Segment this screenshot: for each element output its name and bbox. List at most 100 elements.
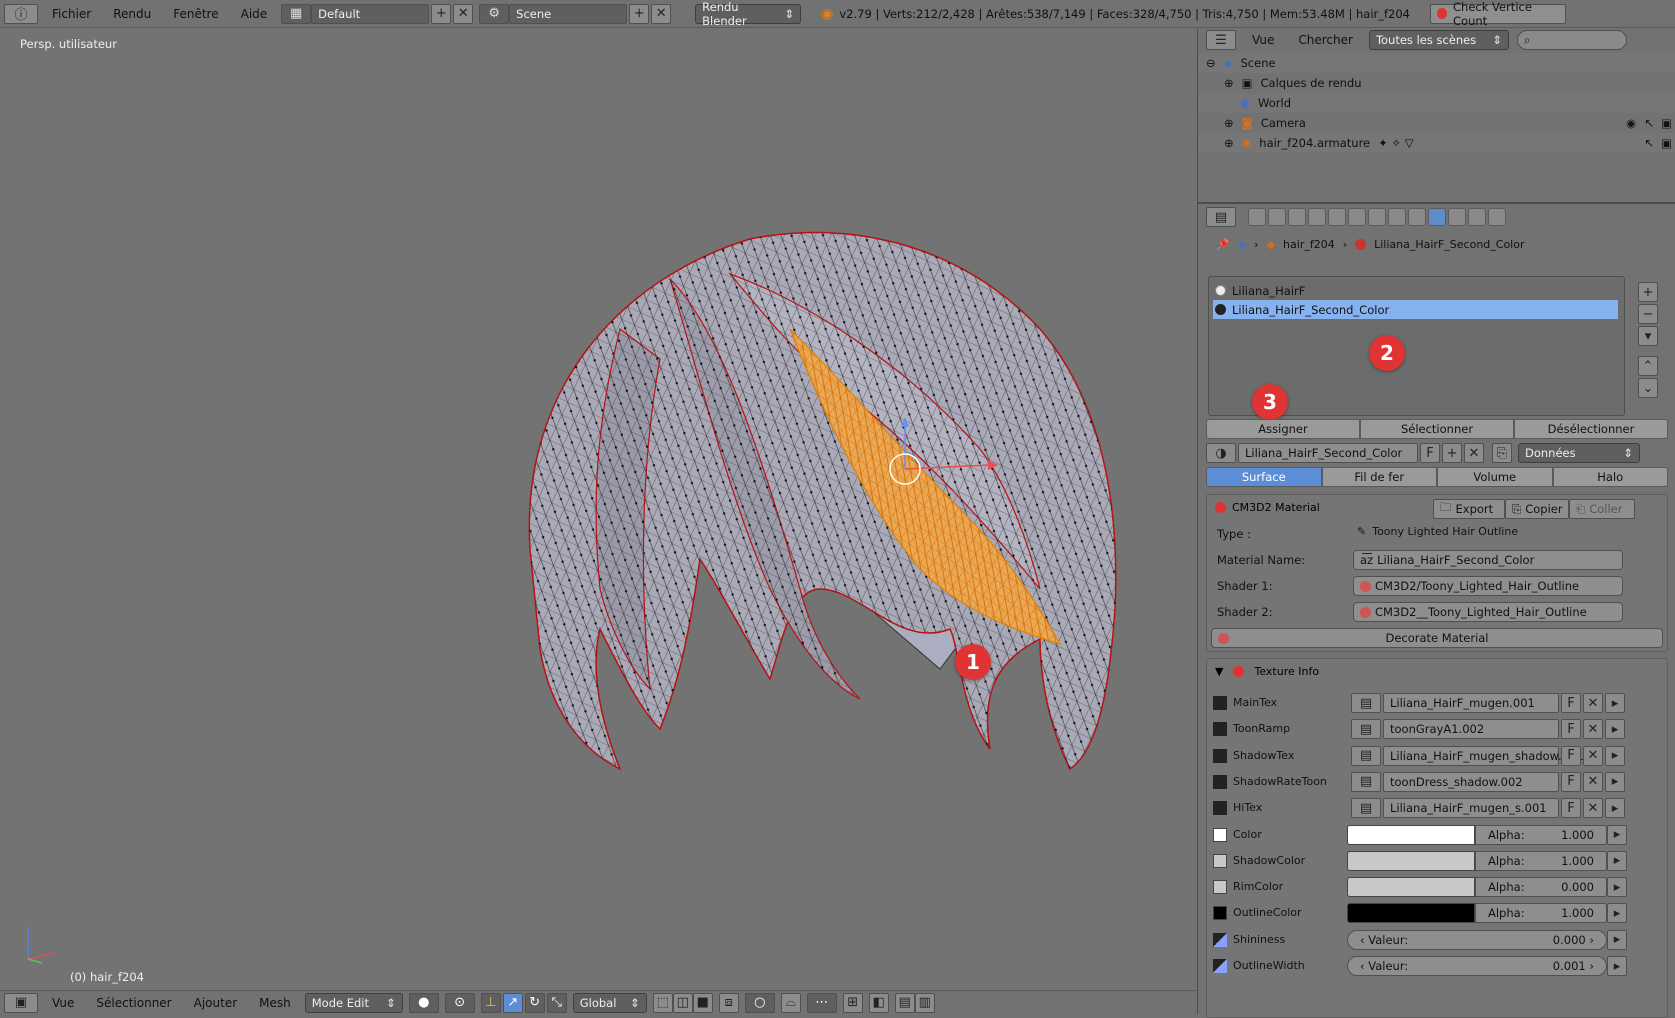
editor-type-info-icon[interactable]: ⓘ [4, 3, 38, 24]
color-expand-icon[interactable]: ▸ [1607, 824, 1627, 845]
assign-button[interactable]: Assigner [1206, 419, 1360, 439]
color-expand-icon[interactable]: ▸ [1607, 877, 1627, 898]
physics-tab-icon[interactable] [1488, 208, 1506, 226]
scale-icon[interactable]: ⤡ [546, 992, 567, 1013]
world-tab-icon[interactable] [1308, 208, 1326, 226]
texture-browse-icon[interactable]: ▤ [1351, 719, 1381, 740]
move-slot-down-icon[interactable]: ⌄ [1638, 378, 1658, 398]
alpha-field[interactable]: Alpha: 1.000 [1475, 850, 1607, 871]
texture-browse-icon[interactable]: ▤ [1351, 745, 1381, 766]
menu-fichier[interactable]: Fichier [44, 7, 99, 21]
tab-halo[interactable]: Halo [1552, 467, 1668, 487]
outliner-display-dropdown[interactable]: Toutes les scènes ⇕ [1368, 30, 1509, 50]
menu-ajouter[interactable]: Ajouter [186, 996, 246, 1010]
render-layers-tab-icon[interactable] [1268, 208, 1286, 226]
expand-icon[interactable]: ⊕ [1224, 76, 1234, 90]
scene-name-field[interactable]: Scene [509, 3, 628, 24]
texture-expand-icon[interactable]: ▸ [1605, 798, 1625, 819]
selectability-cursor-icon[interactable]: ↖ [1644, 136, 1654, 150]
color-swatch[interactable] [1347, 903, 1475, 924]
texture-name-field[interactable]: Liliana_HairF_mugen.001 [1383, 693, 1559, 713]
object-tab-icon[interactable] [1328, 208, 1346, 226]
export-mate-button[interactable]: 🗀Export .Ma [1433, 499, 1505, 519]
texture-browse-icon[interactable]: ▤ [1351, 798, 1381, 819]
expand-icon[interactable]: ⊕ [1224, 116, 1234, 130]
render-image-icon[interactable]: ▤ [894, 992, 915, 1013]
link-dropdown[interactable]: Données ⇕ [1518, 443, 1640, 463]
copy-button[interactable]: ⎘ Copier [1505, 499, 1569, 519]
deselect-button[interactable]: Désélectionner [1514, 419, 1668, 439]
layout-icon[interactable]: ▦ [281, 3, 312, 24]
proportional-edit-icon[interactable]: ○ [744, 992, 775, 1013]
remove-scene-icon[interactable]: ✕ [651, 3, 672, 24]
color-swatch[interactable] [1347, 850, 1475, 871]
pivot-point-icon[interactable]: ⊙ [444, 992, 475, 1013]
alpha-field[interactable]: Alpha: 1.000 [1475, 824, 1607, 845]
scene-icon[interactable]: ⚙ [479, 3, 510, 24]
render-tab-icon[interactable] [1248, 208, 1266, 226]
limit-selection-icon[interactable]: ⧈ [718, 992, 739, 1013]
menu-mesh[interactable]: Mesh [251, 996, 299, 1010]
texture-browse-icon[interactable]: ▤ [1351, 693, 1381, 713]
float-expand-icon[interactable]: ▸ [1607, 929, 1627, 950]
texture-expand-icon[interactable]: ▸ [1605, 693, 1625, 713]
menu-fenetre[interactable]: Fenêtre [165, 7, 226, 21]
mode-dropdown[interactable]: Mode Edit ⇕ [304, 992, 403, 1013]
editor-type-properties-icon[interactable]: ▤ [1206, 207, 1236, 227]
paste-button[interactable]: ⎗ Coller [1569, 499, 1635, 519]
bone-tab-icon[interactable] [1408, 208, 1426, 226]
color-expand-icon[interactable]: ▸ [1607, 850, 1627, 871]
texture-tab-icon[interactable] [1448, 208, 1466, 226]
texture-fake-user-button[interactable]: F [1561, 798, 1581, 819]
snap-target-icon[interactable]: ⊞ [842, 992, 863, 1013]
menu-selectionner[interactable]: Sélectionner [88, 996, 179, 1010]
menu-aide[interactable]: Aide [233, 7, 276, 21]
texture-info-header[interactable]: ▼ Texture Info [1215, 665, 1319, 678]
shader1-field[interactable]: CM3D2/Toony_Lighted_Hair_Outline [1353, 576, 1623, 596]
3d-viewport[interactable]: Persp. utilisateur (0) hair_f204 1 [0, 29, 1196, 990]
edge-select-icon[interactable]: ◫ [672, 992, 693, 1013]
manipulator-icon[interactable]: ⊥ [480, 992, 501, 1013]
material-slot-item[interactable]: Liliana_HairF [1209, 281, 1624, 300]
fake-user-button[interactable]: F [1420, 443, 1440, 463]
outliner-search-input[interactable]: ⌕ [1516, 30, 1627, 50]
texture-fake-user-button[interactable]: F [1561, 771, 1581, 792]
pin-icon[interactable]: 📌 [1216, 238, 1230, 251]
data-tab-icon[interactable] [1388, 208, 1406, 226]
texture-fake-user-button[interactable]: F [1561, 719, 1581, 740]
slot-specials-icon[interactable]: ▾ [1638, 326, 1658, 346]
orientation-dropdown[interactable]: Global ⇕ [572, 992, 647, 1013]
rotate-icon[interactable]: ↻ [524, 992, 545, 1013]
float-value-field[interactable]: ‹ Valeur: 0.001 › [1347, 956, 1607, 976]
particles-tab-icon[interactable] [1468, 208, 1486, 226]
texture-unlink-icon[interactable]: ✕ [1583, 745, 1603, 766]
add-scene-icon[interactable]: + [629, 3, 650, 24]
node-material-icon[interactable]: ⎘ [1492, 443, 1512, 463]
texture-browse-icon[interactable]: ▤ [1351, 771, 1381, 792]
texture-expand-icon[interactable]: ▸ [1605, 771, 1625, 792]
outliner-row-scene[interactable]: ⊖ ◈ Scene [1198, 53, 1675, 73]
renderability-camera-icon[interactable]: ▣ [1661, 116, 1672, 130]
color-swatch[interactable] [1347, 877, 1475, 898]
texture-name-field[interactable]: Liliana_HairF_mugen_shadow.001 [1383, 745, 1584, 766]
selectability-cursor-icon[interactable]: ↖ [1644, 116, 1654, 130]
float-value-field[interactable]: ‹ Valeur: 0.000 › [1347, 929, 1607, 950]
texture-name-field[interactable]: toonDress_shadow.002 [1383, 771, 1559, 792]
translate-icon[interactable]: ↗ [502, 992, 523, 1013]
outliner-row-render-layers[interactable]: ⊕ ▣ Calques de rendu [1198, 73, 1675, 93]
shader2-field[interactable]: CM3D2__Toony_Lighted_Hair_Outline [1353, 602, 1623, 622]
menu-rendu[interactable]: Rendu [105, 7, 159, 21]
add-slot-icon[interactable]: + [1638, 282, 1658, 302]
constraints-tab-icon[interactable] [1348, 208, 1366, 226]
texture-unlink-icon[interactable]: ✕ [1583, 798, 1603, 819]
scene-tab-icon[interactable] [1288, 208, 1306, 226]
menu-vue[interactable]: Vue [44, 996, 82, 1010]
texture-expand-icon[interactable]: ▸ [1605, 745, 1625, 766]
remove-slot-icon[interactable]: − [1638, 304, 1658, 324]
outliner-row-camera[interactable]: ⊕ ◙ Camera ◉ ↖ ▣ [1198, 113, 1675, 133]
editor-type-outliner-icon[interactable]: ☰ [1206, 30, 1236, 50]
texture-unlink-icon[interactable]: ✕ [1583, 771, 1603, 792]
snap-icon[interactable]: ⌓ [780, 992, 801, 1013]
texture-fake-user-button[interactable]: F [1561, 693, 1581, 713]
texture-name-field[interactable]: toonGrayA1.002 [1383, 719, 1559, 740]
